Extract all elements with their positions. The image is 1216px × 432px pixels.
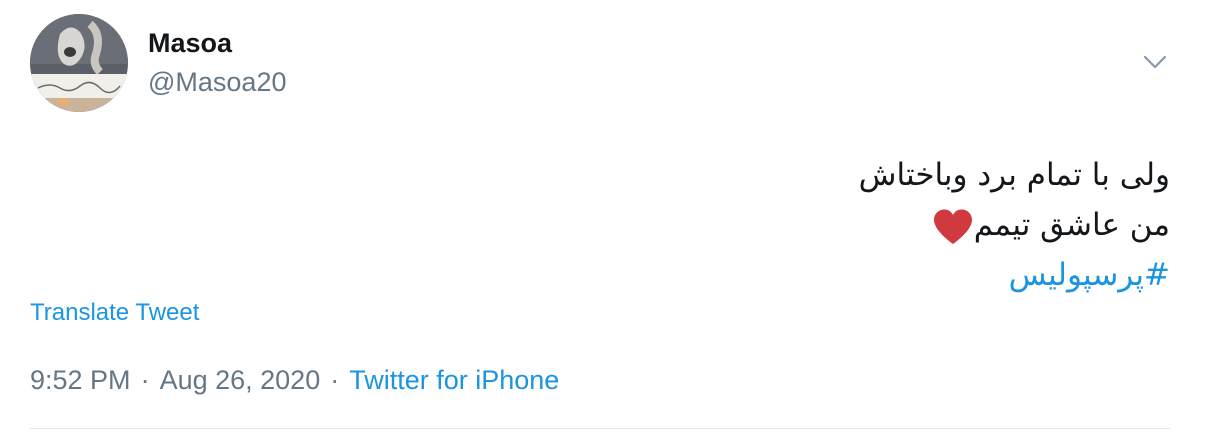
tweet-time[interactable]: 9:52 PM	[30, 365, 131, 395]
author-handle[interactable]: @Masoa20	[148, 65, 286, 99]
tweet-line-2-container: من عاشق تیمم	[470, 200, 1170, 250]
meta-separator: ·	[140, 365, 150, 395]
tweet-date[interactable]: Aug 26, 2020	[160, 365, 321, 395]
more-options-button[interactable]	[1138, 48, 1172, 76]
tweet-source-link[interactable]: Twitter for iPhone	[349, 365, 559, 395]
tweet: Masoa @Masoa20 ولی با تمام برد وباختاش م…	[0, 0, 1216, 432]
tweet-line-1: ولی با تمام برد وباختاش	[858, 157, 1170, 193]
author-name[interactable]: Masoa	[148, 26, 232, 60]
avatar[interactable]	[30, 14, 128, 112]
translate-tweet-link[interactable]: Translate Tweet	[30, 298, 199, 328]
tweet-line-2: من عاشق تیمم	[973, 207, 1170, 243]
avatar-image	[30, 14, 128, 112]
divider	[30, 428, 1170, 429]
heart-icon	[933, 209, 972, 244]
tweet-meta: 9:52 PM · Aug 26, 2020 · Twitter for iPhone	[30, 362, 559, 398]
meta-separator: ·	[330, 365, 340, 395]
hashtag-link[interactable]: #پرسپولیس	[470, 250, 1170, 300]
tweet-text: ولی با تمام برد وباختاش من عاشق تیمم #پر…	[470, 150, 1170, 300]
chevron-down-icon	[1143, 55, 1167, 69]
